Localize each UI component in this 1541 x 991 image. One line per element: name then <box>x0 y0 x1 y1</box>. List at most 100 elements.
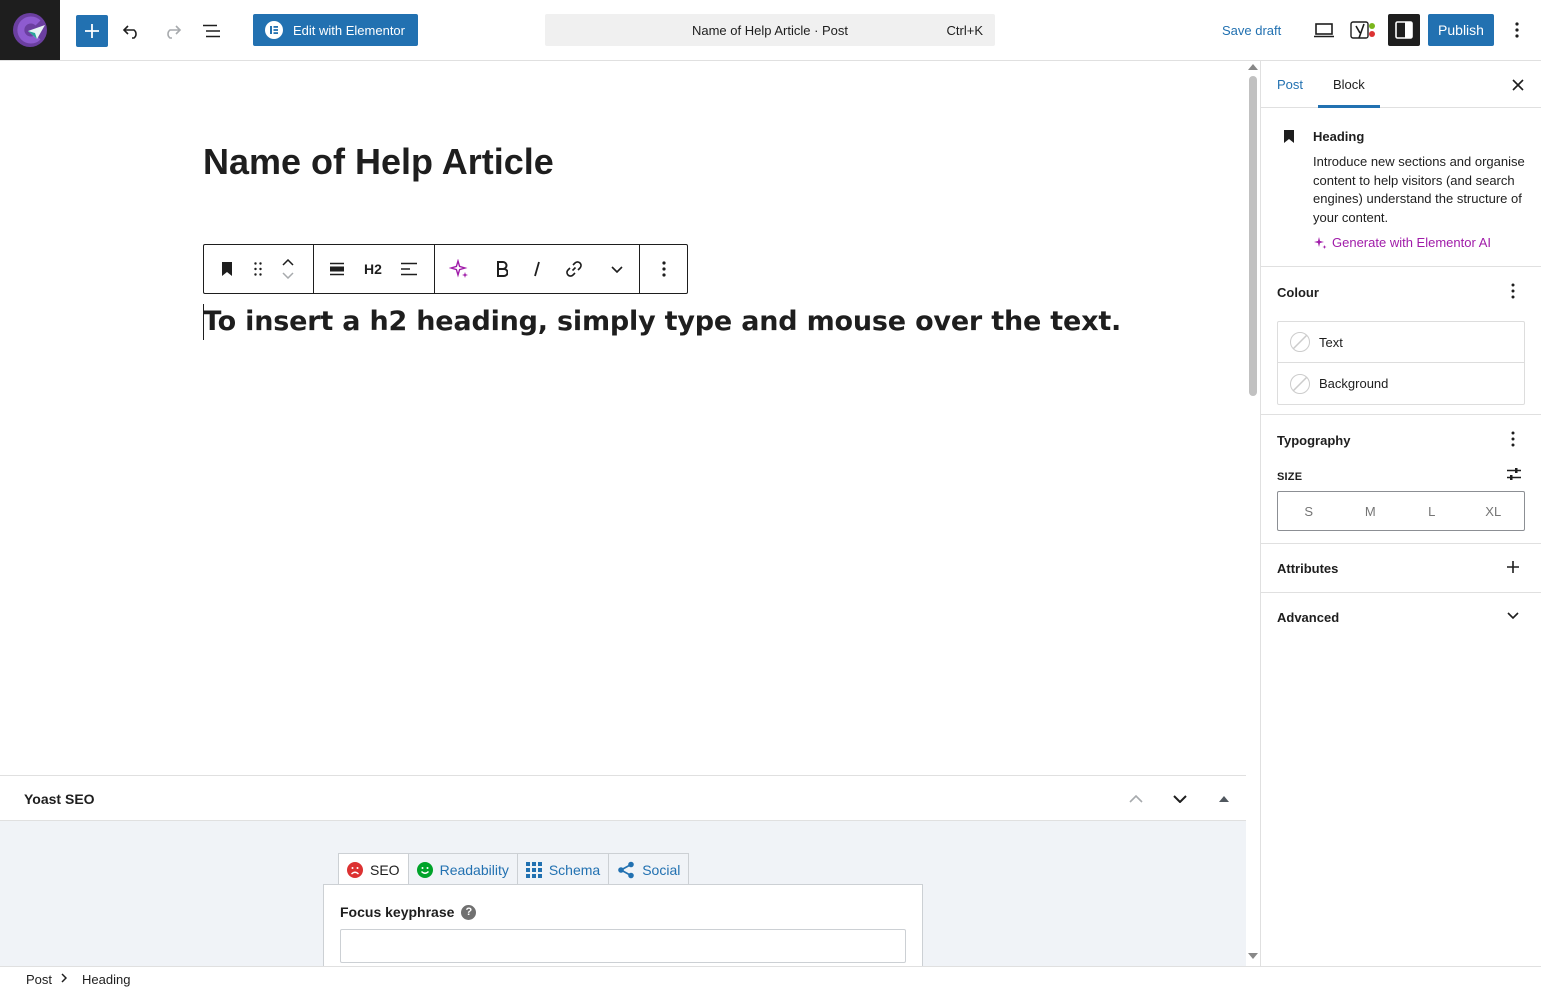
size-option-m[interactable]: M <box>1340 492 1402 530</box>
advanced-panel[interactable]: Advanced <box>1261 593 1541 642</box>
drag-handle[interactable] <box>250 245 266 293</box>
preview-button[interactable] <box>1311 15 1337 45</box>
colour-item-background[interactable]: Background <box>1278 363 1524 404</box>
chevron-up-icon <box>1129 795 1143 803</box>
help-icon[interactable]: ? <box>461 904 477 920</box>
yoast-panel-header: Yoast SEO <box>0 775 1246 821</box>
yoast-panel-title: Yoast SEO <box>24 791 95 807</box>
link-button[interactable] <box>554 245 594 293</box>
block-toolbar-group-options <box>640 245 687 293</box>
chevron-down-icon[interactable] <box>1504 606 1522 626</box>
block-toolbar-group-format: H2 <box>314 245 435 293</box>
editor-top-bar: Edit with Elementor Name of Help Article… <box>0 0 1541 61</box>
empty-swatch-icon <box>1290 373 1310 394</box>
plus-icon[interactable] <box>1504 557 1522 577</box>
bold-icon <box>496 261 508 277</box>
elementor-button-label: Edit with Elementor <box>293 22 405 38</box>
post-title[interactable]: Name of Help Article <box>203 141 554 183</box>
align-left-icon <box>401 262 417 276</box>
close-sidebar-button[interactable] <box>1508 75 1528 95</box>
elementor-icon <box>265 21 283 39</box>
ai-sparkle-icon <box>448 259 468 278</box>
breadcrumb-post[interactable]: Post <box>26 972 52 987</box>
align-wide-icon <box>330 262 344 276</box>
custom-size-button[interactable] <box>1506 467 1522 481</box>
block-type-button[interactable] <box>204 245 250 293</box>
block-options-button[interactable] <box>640 245 687 293</box>
tab-post[interactable]: Post <box>1277 77 1303 92</box>
align-wide-button[interactable] <box>314 245 360 293</box>
settings-sidebar-button[interactable] <box>1388 14 1420 46</box>
block-toolbar-group-parent <box>204 245 314 293</box>
advanced-panel-title: Advanced <box>1277 610 1340 625</box>
attributes-panel[interactable]: Attributes <box>1261 544 1541 593</box>
yoast-icon <box>1350 21 1375 39</box>
italic-icon <box>534 261 541 277</box>
tab-block[interactable]: Block <box>1333 77 1365 92</box>
colour-options-button[interactable] <box>1506 281 1520 301</box>
redo-button[interactable] <box>158 15 186 47</box>
drag-handle-icon <box>254 262 262 276</box>
collapse-panel-button[interactable] <box>1213 788 1235 810</box>
publish-button[interactable]: Publish <box>1428 14 1494 46</box>
text-align-button[interactable] <box>386 245 432 293</box>
bookmark-icon <box>1284 130 1294 143</box>
desktop-preview-icon <box>1314 23 1334 38</box>
attributes-panel-title: Attributes <box>1277 561 1339 576</box>
link-icon <box>566 261 583 277</box>
block-toolbar: H2 <box>203 244 688 294</box>
yoast-tabs: SEO Readability Schema Social <box>338 853 690 886</box>
colour-item-background-label: Background <box>1319 376 1389 391</box>
colour-panel-title: Colour <box>1277 285 1319 300</box>
seo-analysis-box: Focus keyphrase ? <box>323 884 923 966</box>
scroll-down-arrow-icon[interactable] <box>1248 953 1258 959</box>
heading-level-button[interactable]: H2 <box>360 245 386 293</box>
tab-readability[interactable]: Readability <box>407 853 518 885</box>
chevron-up-icon[interactable] <box>282 259 294 266</box>
move-panel-up-button[interactable] <box>1125 788 1147 810</box>
sidebar-tabs: Post Block <box>1261 61 1541 108</box>
plus-icon <box>85 24 99 38</box>
bookmark-icon <box>222 262 232 276</box>
chevron-right-icon <box>61 973 67 983</box>
chevron-down-icon[interactable] <box>282 272 294 279</box>
typography-options-button[interactable] <box>1506 429 1520 449</box>
happy-face-icon <box>416 861 433 878</box>
chevron-down-icon <box>1173 795 1187 803</box>
italic-button[interactable] <box>521 245 555 293</box>
move-block-controls[interactable] <box>266 245 310 293</box>
sidebar-toggle-icon <box>1395 21 1413 39</box>
options-button[interactable] <box>1505 15 1529 45</box>
size-option-s[interactable]: S <box>1278 492 1340 530</box>
breadcrumb-heading[interactable]: Heading <box>82 972 130 987</box>
move-panel-down-button[interactable] <box>1169 788 1191 810</box>
scroll-up-arrow-icon[interactable] <box>1248 64 1258 70</box>
tab-schema[interactable]: Schema <box>516 853 610 885</box>
yoast-seo-button[interactable] <box>1348 15 1380 45</box>
size-option-xl[interactable]: XL <box>1463 492 1525 530</box>
settings-sliders-icon <box>1507 468 1521 480</box>
settings-sidebar: Post Block Heading Introduce new section… <box>1260 61 1541 966</box>
size-option-l[interactable]: L <box>1401 492 1463 530</box>
tab-social[interactable]: Social <box>608 853 690 885</box>
colour-item-text[interactable]: Text <box>1278 322 1524 363</box>
command-palette-bar[interactable]: Name of Help Article · Post Ctrl+K <box>545 14 995 46</box>
heading-block[interactable]: To insert a h2 heading, simply type and … <box>203 306 1121 337</box>
bold-button[interactable] <box>483 245 521 293</box>
focus-keyphrase-input[interactable] <box>340 929 906 963</box>
document-overview-button[interactable] <box>198 15 226 47</box>
undo-button[interactable] <box>118 15 146 47</box>
kebab-menu-icon <box>661 261 666 277</box>
command-shortcut: Ctrl+K <box>946 23 983 38</box>
save-draft-button[interactable]: Save draft <box>1222 23 1281 38</box>
edit-with-elementor-button[interactable]: Edit with Elementor <box>253 14 418 46</box>
add-block-button[interactable] <box>76 15 108 47</box>
tab-seo[interactable]: SEO <box>338 853 409 886</box>
tab-schema-label: Schema <box>548 861 601 878</box>
elementor-ai-button[interactable] <box>435 245 483 293</box>
more-formatting-button[interactable] <box>594 245 639 293</box>
generate-with-elementor-ai-link[interactable]: Generate with Elementor AI <box>1313 235 1491 250</box>
grid-icon <box>525 861 542 878</box>
site-logo-icon[interactable] <box>0 0 60 60</box>
scrollbar-thumb[interactable] <box>1249 76 1257 396</box>
